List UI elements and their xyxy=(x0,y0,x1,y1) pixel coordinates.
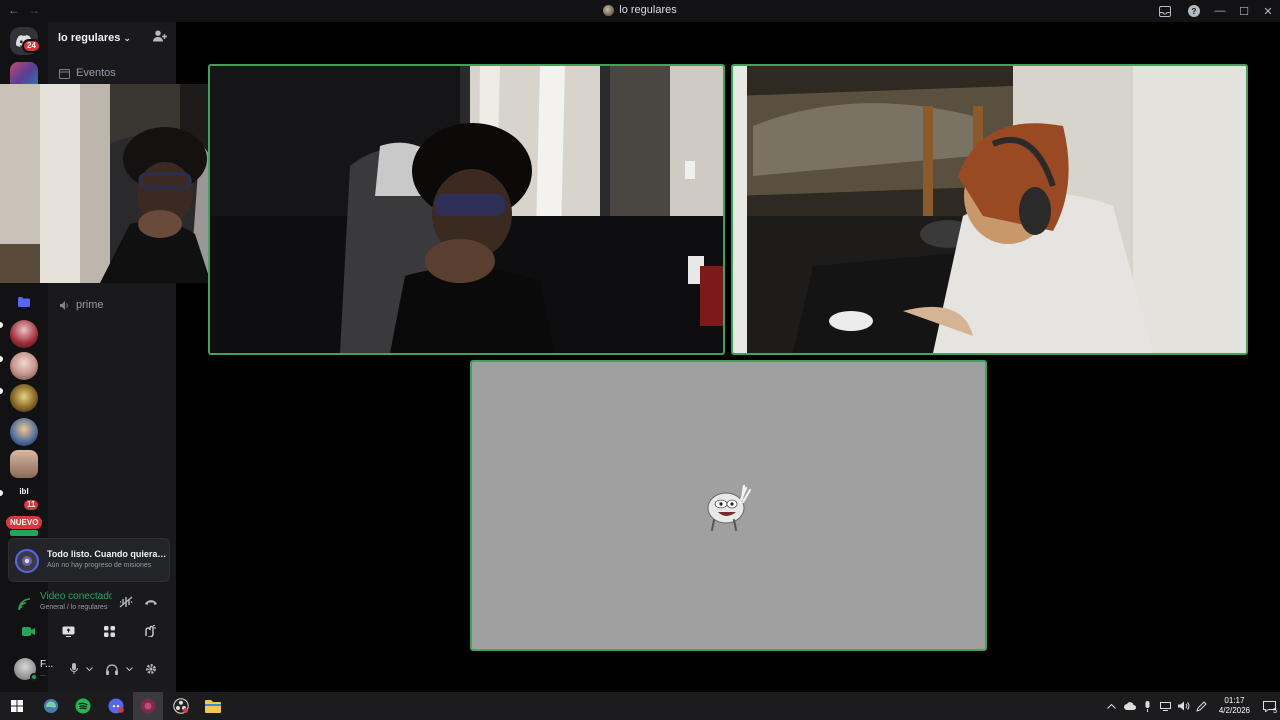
minimize-button[interactable]: — xyxy=(1208,0,1232,22)
clock-date: 4/2/2026 xyxy=(1218,706,1250,715)
notification-count: 5 xyxy=(1273,708,1277,715)
clock-time: 01:17 xyxy=(1224,696,1245,705)
inbox-icon[interactable] xyxy=(1150,0,1179,22)
signal-strength-icon[interactable] xyxy=(18,598,31,614)
windows-start-icon[interactable] xyxy=(8,697,26,715)
chevron-up-icon[interactable] xyxy=(1104,698,1120,714)
system-tray: 01:17 4/2/2026 5 xyxy=(1103,692,1280,720)
windows-taskbar: 01:17 4/2/2026 5 xyxy=(0,692,1280,720)
server-icon[interactable] xyxy=(10,418,38,446)
voice-action-bar xyxy=(8,622,170,640)
quest-subtitle: Aún no hay progreso de misiones xyxy=(47,562,152,569)
voice-status: Video conectado xyxy=(40,591,112,602)
unread-pill xyxy=(0,356,3,362)
voice-channel[interactable]: General / lo regulares xyxy=(40,604,107,611)
video-tile-user-3[interactable] xyxy=(470,360,987,651)
quest-title: Todo listo. Cuando quieras... xyxy=(47,549,167,559)
unread-pill xyxy=(0,388,3,394)
add-user-icon[interactable] xyxy=(152,30,168,46)
server-icon[interactable] xyxy=(10,530,38,536)
mic-options-chevron-icon[interactable] xyxy=(84,661,94,677)
server-icon[interactable] xyxy=(10,384,38,412)
online-status-icon xyxy=(30,673,38,681)
volume-icon[interactable] xyxy=(1176,698,1192,714)
server-icon[interactable] xyxy=(10,320,38,348)
quest-panel[interactable]: Todo listo. Cuando quieras... Aún no hay… xyxy=(8,538,170,582)
user-status-text: ... xyxy=(40,671,46,678)
audio-options-chevron-icon[interactable] xyxy=(124,661,134,677)
svg-text:?: ? xyxy=(1191,7,1196,16)
new-badge: NUEVO xyxy=(6,516,43,529)
edge-browser-icon[interactable] xyxy=(42,697,60,715)
maximize-button[interactable]: ☐ xyxy=(1232,0,1256,22)
active-app-icon[interactable] xyxy=(139,697,157,715)
spotify-icon[interactable] xyxy=(74,697,92,715)
settings-gear-icon[interactable] xyxy=(143,661,159,677)
quest-orb-icon xyxy=(15,549,39,573)
back-arrow-icon[interactable]: ← xyxy=(8,3,20,17)
user-panel: F... ... xyxy=(8,654,170,684)
server-icon[interactable] xyxy=(10,352,38,380)
screen-share-button[interactable] xyxy=(52,622,86,640)
notifications-icon[interactable]: 5 xyxy=(1259,698,1279,715)
dm-badge: 11 xyxy=(22,498,41,512)
help-icon[interactable]: ? xyxy=(1179,0,1208,22)
video-tile-user-1[interactable] xyxy=(208,64,725,355)
nav-buttons: ← → xyxy=(8,3,40,17)
close-button[interactable]: ✕ xyxy=(1256,0,1280,22)
calendar-icon xyxy=(58,67,70,79)
discord-taskbar-icon[interactable] xyxy=(107,697,125,715)
channel-events[interactable]: Eventos xyxy=(58,67,116,79)
camera-button[interactable] xyxy=(11,622,45,640)
unread-pill xyxy=(0,490,3,496)
activities-button[interactable] xyxy=(92,622,126,640)
forward-arrow-icon[interactable]: → xyxy=(28,3,40,17)
user-name[interactable]: F... xyxy=(40,659,53,670)
speaker-icon xyxy=(58,299,70,311)
server-avatar-icon xyxy=(603,4,615,16)
disconnect-icon[interactable] xyxy=(143,594,159,610)
pen-icon[interactable] xyxy=(1194,698,1210,714)
title-bar: ← → lo regulares ? — ☐ ✕ xyxy=(0,0,1280,22)
channel-label: prime xyxy=(76,299,104,311)
soundboard-button[interactable] xyxy=(133,622,167,640)
channel-prime[interactable]: prime xyxy=(58,299,104,311)
obs-icon[interactable] xyxy=(172,697,190,715)
home-mention-badge: 24 xyxy=(22,39,41,53)
headphones-icon[interactable] xyxy=(104,661,120,677)
window-title-text: lo regulares xyxy=(619,4,677,16)
server-name: lo regulares xyxy=(58,32,121,44)
folder-icon[interactable] xyxy=(10,288,38,316)
chevron-down-icon: ⌄ xyxy=(123,32,131,43)
network-icon[interactable] xyxy=(1158,698,1174,714)
unread-pill xyxy=(0,322,3,328)
onedrive-cloud-icon[interactable] xyxy=(1122,698,1138,714)
window-title: lo regulares xyxy=(0,4,1280,16)
popout-video[interactable] xyxy=(0,84,211,283)
channel-label: Eventos xyxy=(76,67,116,79)
file-explorer-icon[interactable] xyxy=(204,697,222,715)
taskbar-clock[interactable]: 01:17 4/2/2026 xyxy=(1219,696,1250,716)
noise-suppression-icon[interactable] xyxy=(118,594,134,610)
video-tile-user-2[interactable] xyxy=(731,64,1248,355)
server-icon[interactable] xyxy=(10,450,38,478)
microphone-icon[interactable] xyxy=(66,661,82,677)
microphone-tray-icon[interactable] xyxy=(1140,698,1156,714)
